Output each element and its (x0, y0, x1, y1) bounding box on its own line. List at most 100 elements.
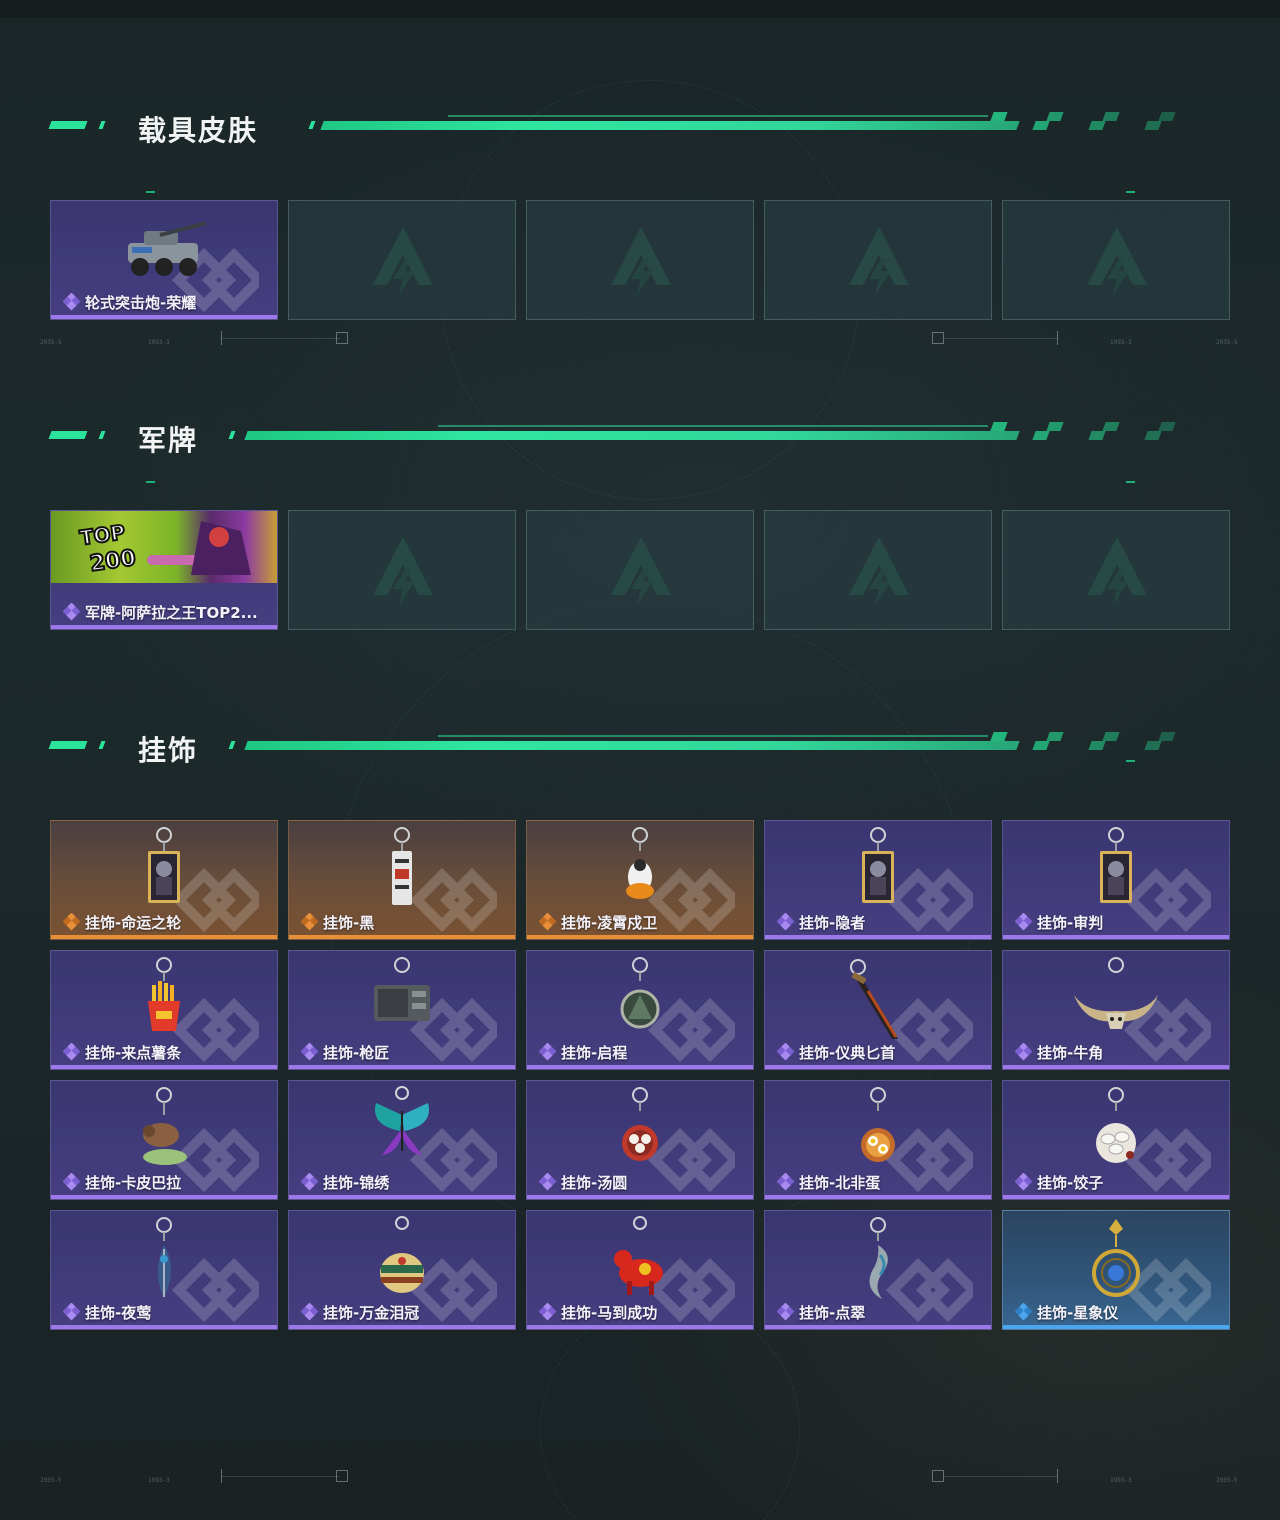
top-bar (0, 0, 1280, 18)
item-card[interactable]: 挂饰-仪典匕首 (764, 950, 992, 1070)
item-card[interactable]: 挂饰-凌霄戍卫 (526, 820, 754, 940)
item-name: 挂饰-牛角 (1037, 1044, 1104, 1062)
header-accent (48, 121, 88, 129)
egg-dish-charm-icon (848, 1085, 908, 1179)
checker-square (1144, 121, 1162, 130)
rarity-icon (62, 1042, 81, 1061)
item-card[interactable]: 挂饰-启程 (526, 950, 754, 1070)
feather-charm-icon (134, 1215, 194, 1309)
item-card[interactable]: 挂饰-枪匠 (288, 950, 516, 1070)
rarity-bar (289, 1195, 515, 1199)
section-header-vehicle-skins: 载具皮肤 (48, 112, 1208, 148)
item-name: 挂饰-黑 (323, 914, 375, 932)
placeholder-logo-icon (1085, 535, 1149, 607)
item-name: 挂饰-锦绣 (323, 1174, 390, 1192)
bull-horn-charm-icon (1066, 955, 1166, 1049)
rarity-bar (51, 315, 277, 319)
empty-slot (764, 200, 992, 320)
item-card[interactable]: 挂饰-黑 (288, 820, 516, 940)
item-card[interactable]: 挂饰-万金泪冠 (288, 1210, 516, 1330)
placeholder-logo-icon (371, 535, 435, 607)
checker-square (1158, 112, 1176, 121)
tag-charm-icon (372, 825, 432, 919)
rarity-icon (776, 1302, 795, 1321)
item-card[interactable]: 轮式突击炮-荣耀 (50, 200, 278, 320)
item-card[interactable]: 挂饰-汤圆 (526, 1080, 754, 1200)
corner-mark (1126, 481, 1135, 483)
astrolabe-charm-icon (1081, 1215, 1151, 1309)
rarity-bar (51, 935, 277, 939)
header-accent (98, 431, 106, 439)
header-thin-line (448, 115, 988, 117)
rarity-icon (300, 912, 319, 931)
placeholder-logo-icon (847, 535, 911, 607)
empty-slot (288, 510, 516, 630)
item-card[interactable]: 挂饰-来点薯条 (50, 950, 278, 1070)
item-card[interactable]: 挂饰-锦绣 (288, 1080, 516, 1200)
empty-slot (526, 200, 754, 320)
item-card[interactable]: 挂饰-点翠 (764, 1210, 992, 1330)
deco-code: 1993-3 (148, 1477, 170, 1484)
deco-code: 1993-3 (1110, 1477, 1132, 1484)
rarity-icon (62, 292, 81, 311)
checker-square (1088, 121, 1106, 130)
checker-square (1102, 422, 1120, 431)
corner-mark (1126, 191, 1135, 193)
item-card[interactable]: 挂饰-饺子 (1002, 1080, 1230, 1200)
item-card[interactable]: 挂饰-卡皮巴拉 (50, 1080, 278, 1200)
item-card[interactable]: 挂饰-北非蛋 (764, 1080, 992, 1200)
item-card[interactable]: 挂饰-隐者 (764, 820, 992, 940)
medallion-charm-icon (610, 955, 670, 1049)
item-card[interactable]: 挂饰-星象仪 (1002, 1210, 1230, 1330)
empty-slot (1002, 200, 1230, 320)
rarity-icon (776, 1042, 795, 1061)
divider-tick (221, 331, 222, 345)
item-name: 挂饰-卡皮巴拉 (85, 1174, 182, 1192)
rarity-icon (300, 1302, 319, 1321)
divider-tick (1057, 331, 1058, 345)
divider-line (944, 1476, 1058, 1477)
rarity-bar (1003, 935, 1229, 939)
item-card[interactable]: 挂饰-夜莺 (50, 1210, 278, 1330)
checker-square (990, 422, 1008, 431)
rarity-bar (765, 1065, 991, 1069)
fries-charm-icon (134, 955, 194, 1049)
checker-square (1088, 741, 1106, 750)
rarity-bar (289, 935, 515, 939)
corner-mark (146, 191, 155, 193)
checker-square (1144, 431, 1162, 440)
checker-square (990, 112, 1008, 121)
item-card[interactable]: 挂饰-牛角 (1002, 950, 1230, 1070)
header-accent (48, 431, 88, 439)
item-card[interactable]: 挂饰-命运之轮 (50, 820, 278, 940)
divider-box (336, 1470, 348, 1482)
item-card[interactable]: 挂饰-审判 (1002, 820, 1230, 940)
top200-banner-icon: TOP 200 (51, 511, 277, 583)
item-name: 挂饰-仪典匕首 (799, 1044, 896, 1062)
item-card[interactable]: 挂饰-马到成功 (526, 1210, 754, 1330)
empty-slot (1002, 510, 1230, 630)
svg-text:TOP: TOP (78, 520, 126, 550)
rarity-bar (765, 1195, 991, 1199)
placeholder-logo-icon (371, 225, 435, 297)
checker-square (1046, 112, 1064, 121)
rarity-bar (51, 625, 277, 629)
capybara-charm-icon (129, 1085, 199, 1179)
checker-square (1046, 422, 1064, 431)
rarity-bar (289, 1065, 515, 1069)
item-card[interactable]: TOP 200 军牌-阿萨拉之王TOP2... (50, 510, 278, 630)
item-name: 挂饰-北非蛋 (799, 1174, 881, 1192)
bowl-charm-icon (610, 1085, 670, 1179)
checker-square (1032, 741, 1050, 750)
section-title: 军牌 (138, 424, 199, 457)
checker-square (1102, 732, 1120, 741)
checker-square (990, 732, 1008, 741)
rarity-icon (1014, 912, 1033, 931)
rarity-bar (51, 1065, 277, 1069)
rarity-icon (300, 1042, 319, 1061)
section-title: 载具皮肤 (138, 114, 259, 147)
header-accent (98, 121, 106, 129)
tarot-card-charm-icon (1086, 825, 1146, 919)
item-name: 挂饰-凌霄戍卫 (561, 914, 658, 932)
placeholder-logo-icon (609, 535, 673, 607)
